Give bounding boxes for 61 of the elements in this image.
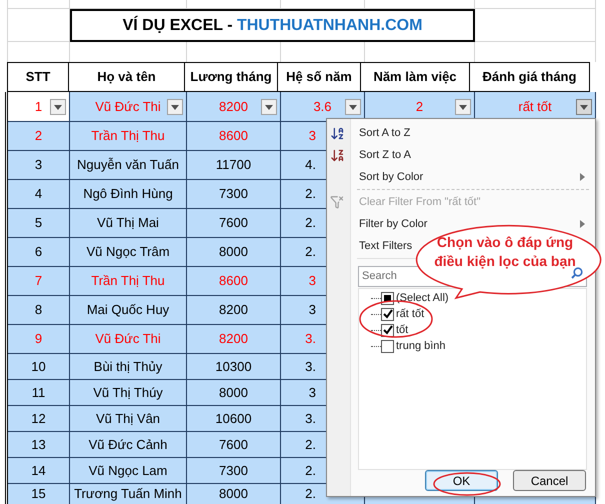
- table-cell: Vũ Đức Cảnh: [70, 432, 187, 458]
- table-cell: Vũ Đức Thi: [70, 325, 187, 354]
- table-cell: 8600: [187, 267, 281, 296]
- site-name: THUTHUATNHANH.COM: [236, 16, 422, 36]
- ok-button[interactable]: OK: [425, 470, 498, 491]
- table-cell: Vũ Đức Thi: [70, 92, 187, 122]
- column-header: Họ và tên: [68, 62, 185, 92]
- table-cell: 14: [8, 458, 70, 484]
- table-cell: 12: [8, 406, 70, 432]
- table-cell: Vũ Thị Thúy: [70, 380, 187, 406]
- table-cell: 2: [8, 122, 70, 151]
- table-cell: Trần Thị Thu: [70, 267, 187, 296]
- table-cell: Vũ Thị Vân: [70, 406, 187, 432]
- table-cell: Nguyễn văn Tuấn: [70, 151, 187, 180]
- table-cell: Mai Quốc Huy: [70, 296, 187, 325]
- table-cell: 8: [8, 296, 70, 325]
- table-cell: Trần Thị Thu: [70, 122, 187, 151]
- column-header: STT: [7, 62, 69, 92]
- table-cell: 8000: [187, 238, 281, 267]
- table-cell: 9: [8, 325, 70, 354]
- table-cell: 11700: [187, 151, 281, 180]
- list-item[interactable]: (Select All): [396, 290, 449, 306]
- table-cell: Vũ Ngọc Lam: [70, 458, 187, 484]
- table-cell: 4: [8, 180, 70, 209]
- table-cell: Trương Tuấn Minh: [70, 484, 187, 504]
- table-cell: 10: [8, 354, 70, 380]
- table-cell: 1: [8, 92, 70, 122]
- table-cell: 7600: [187, 209, 281, 238]
- table-cell: 3: [8, 151, 70, 180]
- table-cell: Vũ Ngọc Trâm: [70, 238, 187, 267]
- table-cell: 13: [8, 432, 70, 458]
- callout-text: Chọn vào ô đáp ứng điều kiện lọc của bạn: [433, 233, 577, 271]
- column-header: Đánh giá tháng: [469, 62, 590, 92]
- list-item[interactable]: trung bình: [396, 338, 446, 354]
- column-header: Lương tháng: [184, 62, 278, 92]
- table-cell: Vũ Thị Mai: [70, 209, 187, 238]
- column-header: Năm làm việc: [360, 62, 470, 92]
- table-cell: 8600: [187, 122, 281, 151]
- table-cell: Ngô Đình Hùng: [70, 180, 187, 209]
- table-cell: 8000: [187, 380, 281, 406]
- table-cell: 15: [8, 484, 70, 504]
- table-cell: 7300: [187, 458, 281, 484]
- table-cell: 11: [8, 380, 70, 406]
- table-cell: 8200: [187, 325, 281, 354]
- table-cell: 7: [8, 267, 70, 296]
- table-cell: 8000: [187, 484, 281, 504]
- table-cell: 5: [8, 209, 70, 238]
- table-cell: Bùi thị Thủy: [70, 354, 187, 380]
- table-cell: 10600: [187, 406, 281, 432]
- table-cell: 10300: [187, 354, 281, 380]
- list-item[interactable]: rất tốt: [396, 306, 424, 322]
- title-text: VÍ DỤ EXCEL -: [122, 14, 234, 36]
- table-cell: 3.6: [281, 92, 365, 122]
- table-cell: 7600: [187, 432, 281, 458]
- table-cell: 8200: [187, 296, 281, 325]
- cancel-button[interactable]: Cancel: [513, 470, 586, 491]
- table-cell: 7300: [187, 180, 281, 209]
- column-header: Hệ số năm: [277, 62, 361, 92]
- table-cell: 8200: [187, 92, 281, 122]
- list-item[interactable]: tốt: [396, 322, 408, 338]
- table-cell: 6: [8, 238, 70, 267]
